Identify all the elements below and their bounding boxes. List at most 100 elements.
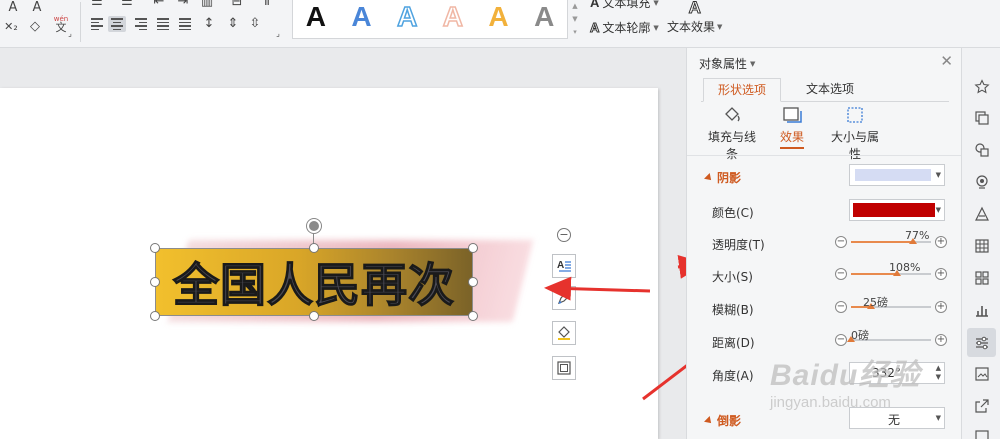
chevron-down-icon: ▼ (935, 171, 941, 179)
apps-grid-icon[interactable] (973, 269, 991, 287)
image-list-icon[interactable] (973, 365, 991, 383)
collapse-toolbar-icon[interactable]: − (557, 228, 571, 242)
bullet-list-icon[interactable]: ☰ (88, 0, 106, 10)
reflection-section-label: 倒影 (717, 414, 742, 428)
angle-spinner[interactable]: 332° ▲ ▼ (849, 362, 945, 384)
rotate-handle-icon[interactable] (307, 219, 321, 233)
share-icon[interactable] (973, 397, 991, 415)
chart-icon[interactable] (973, 301, 991, 319)
shadow-section-header[interactable]: 阴影 (704, 169, 742, 186)
line-spacing-icon[interactable]: ↕ (200, 16, 218, 32)
star-icon[interactable] (973, 78, 991, 96)
subtab-effects[interactable]: 效果 (777, 106, 807, 149)
chevron-down-icon: ▼ (717, 22, 723, 31)
expand-triangle-icon (704, 172, 714, 183)
copy-icon[interactable] (973, 109, 991, 127)
reflection-dropdown[interactable]: 无 ▼ (849, 407, 945, 429)
text-fill-button[interactable]: A 文本填充 ▼ (590, 0, 659, 11)
distance-slider[interactable]: − 0磅 + (835, 329, 947, 348)
font-dialog-launcher-icon[interactable]: ⌟ (66, 29, 74, 38)
resize-handle-bottom-right[interactable] (468, 311, 478, 321)
subtab-size-properties[interactable]: 大小与属性 (827, 106, 883, 162)
text-outline-label: 文本轮廓 (602, 21, 651, 35)
distribute-icon[interactable] (176, 16, 194, 32)
reflection-section-header[interactable]: 倒影 (704, 412, 742, 429)
gallery-up-icon[interactable]: ▲ (572, 2, 577, 10)
align-center-icon[interactable] (108, 16, 126, 32)
shadow-color-dropdown[interactable]: ▼ (849, 199, 945, 221)
paragraph-group: ☰ ☰ ⇤ ⇥ ▥ ⊟ ⫴ ↕ ⇕ ⇳ ⌟ (84, 0, 284, 44)
table-icon[interactable] (973, 237, 991, 255)
decrease-icon[interactable]: − (835, 301, 847, 313)
wordart-style-light-blue-outline[interactable]: A (384, 0, 430, 37)
shape-layout-button[interactable] (552, 356, 576, 380)
increase-icon[interactable]: + (935, 301, 947, 313)
eraser-icon[interactable]: ◇ (26, 19, 44, 35)
font-size-up-icon[interactable]: A (4, 0, 22, 16)
increase-icon[interactable]: + (935, 334, 947, 346)
shadow-section-label: 阴影 (717, 171, 742, 185)
numbered-list-icon[interactable]: ☰ (118, 0, 136, 10)
resize-handle-bottom[interactable] (309, 311, 319, 321)
text-fill-icon: A (590, 0, 600, 10)
shape-style-button[interactable]: A (552, 254, 576, 278)
gallery-scroll[interactable]: ▲ ▼ ▾ (570, 0, 580, 38)
blur-label: 模糊(B) (712, 303, 754, 317)
wordart-style-blue[interactable]: A (339, 0, 385, 37)
subtab-fill-line[interactable]: 填充与线条 (703, 106, 761, 162)
properties-settings-icon[interactable] (967, 328, 996, 357)
justify-icon[interactable] (154, 16, 172, 32)
blur-slider[interactable]: − 25磅 + (835, 296, 947, 315)
more-tools-icon[interactable] (973, 426, 991, 439)
text-effect-button[interactable]: A 文本效果 ▼ (667, 0, 722, 35)
vertical-align-icon[interactable]: ⫴ (258, 0, 276, 10)
gallery-more-icon[interactable]: ▾ (573, 28, 577, 36)
decrease-icon[interactable]: − (835, 236, 847, 248)
increase-icon[interactable]: + (935, 236, 947, 248)
resize-handle-top-right[interactable] (468, 243, 478, 253)
shape-outline-button[interactable] (552, 286, 576, 310)
subscript-icon[interactable]: ✕₂ (2, 19, 20, 35)
text-outline-button[interactable]: A 文本轮廓 ▼ (589, 19, 658, 36)
column-chart-icon[interactable]: ▥ (198, 0, 216, 10)
gallery-down-icon[interactable]: ▼ (572, 15, 577, 23)
align-right-icon[interactable] (132, 16, 150, 32)
increase-indent-icon[interactable]: ⇥ (174, 0, 192, 10)
angle-label: 角度(A) (712, 369, 754, 383)
resize-handle-top[interactable] (309, 243, 319, 253)
fill-style-icon[interactable] (973, 205, 991, 223)
resize-handle-right[interactable] (468, 277, 478, 287)
resize-handle-bottom-left[interactable] (150, 311, 160, 321)
wordart-style-black[interactable]: A (293, 0, 339, 37)
wordart-style-peach-outline[interactable]: A (430, 0, 476, 37)
wordart-style-gray[interactable]: A (521, 0, 567, 37)
wordart-style-orange[interactable]: A (476, 0, 522, 37)
close-icon[interactable]: ✕ (940, 52, 953, 70)
resize-handle-top-left[interactable] (150, 243, 160, 253)
location-pin-icon[interactable] (973, 173, 991, 191)
decrease-icon[interactable]: − (835, 334, 847, 346)
increase-icon[interactable]: + (935, 268, 947, 280)
panel-title[interactable]: 对象属性 ▼ (699, 55, 755, 72)
line-spacing-dropdown-icon[interactable]: ⇳ (246, 16, 264, 32)
decrease-icon[interactable]: − (835, 268, 847, 280)
paragraph-spacing-icon[interactable]: ⇕ (224, 16, 242, 32)
text-direction-icon[interactable]: ⊟ (228, 0, 246, 10)
wordart-style-gallery: A A A A A A (292, 0, 568, 39)
transparency-slider[interactable]: − 77% + (835, 229, 947, 250)
shape-fill-button[interactable] (552, 321, 576, 345)
decrease-indent-icon[interactable]: ⇤ (150, 0, 168, 10)
spinner-arrows-icon[interactable]: ▲ ▼ (936, 364, 941, 382)
tab-text-options[interactable]: 文本选项 (791, 78, 869, 102)
chevron-down-icon: ▼ (935, 206, 941, 214)
resize-handle-left[interactable] (150, 277, 160, 287)
transparency-value: 77% (905, 229, 930, 242)
size-slider[interactable]: − 108% + (835, 261, 947, 282)
shapes-icon[interactable] (973, 141, 991, 159)
shadow-preset-dropdown[interactable]: ▼ (849, 164, 945, 186)
align-left-icon[interactable] (88, 16, 106, 32)
tab-shape-options[interactable]: 形状选项 (703, 78, 781, 102)
distance-label: 距离(D) (712, 336, 755, 350)
font-size-down-icon[interactable]: A (28, 0, 46, 16)
paragraph-dialog-launcher-icon[interactable]: ⌟ (274, 29, 282, 38)
